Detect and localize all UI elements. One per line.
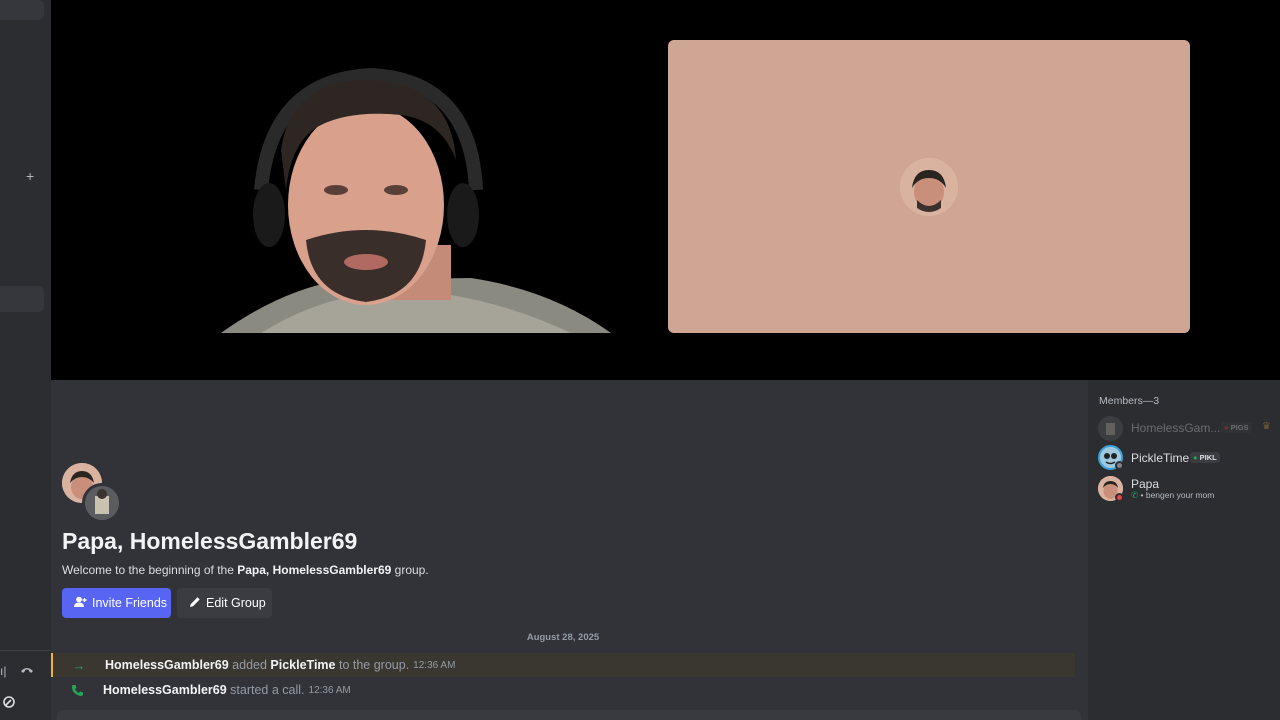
member-item[interactable]: HomelessGam... ● PIGS ♛ (1098, 414, 1276, 442)
sidebar-item-selected[interactable] (0, 286, 44, 312)
member-name: PickleTime (1131, 451, 1190, 465)
date-divider: August 28, 2025 (526, 632, 600, 643)
join-arrow-icon: → (72, 657, 86, 673)
page-title: Papa, HomelessGambler69 (62, 528, 358, 554)
members-header: Members—3 (1099, 395, 1160, 407)
system-message: HomelessGambler69 started a call. 12:36 … (51, 678, 1075, 702)
alien-icon: ● (1193, 453, 1198, 462)
phone-icon: ✆ (1131, 490, 1139, 500)
member-name: HomelessGam... (1131, 421, 1221, 435)
chat-panel: Papa, HomelessGambler69 Welcome to the b… (51, 380, 1088, 720)
pencil-icon (189, 596, 201, 611)
guild-tag: ● PIKL (1190, 452, 1220, 463)
avatar-only-tile[interactable] (668, 40, 1190, 333)
timestamp: 12:36 AM (413, 659, 456, 671)
call-video-stage[interactable] (51, 0, 1280, 380)
divider (0, 650, 51, 651)
member-item[interactable]: PickleTime ● PIKL (1098, 443, 1276, 471)
channel-sidebar: + ı| (0, 0, 51, 720)
disconnect-icon[interactable] (20, 664, 34, 678)
add-dm-icon[interactable]: + (26, 168, 34, 184)
participant-avatar (900, 158, 958, 216)
voice-bars-icon[interactable]: ı| (0, 664, 6, 678)
member-item[interactable]: Papa ✆ • bengen your mom (1098, 474, 1276, 502)
sidebar-item[interactable] (0, 0, 44, 20)
avatar (82, 483, 122, 523)
status-indicator (1115, 493, 1124, 502)
status-indicator (1115, 461, 1124, 470)
phone-icon (51, 684, 103, 697)
group-avatar-stack (62, 463, 124, 523)
pig-icon: ● (1224, 423, 1229, 432)
avatar (1098, 416, 1123, 441)
activity-icon[interactable] (2, 695, 16, 712)
crown-icon: ♛ (1262, 421, 1271, 432)
edit-group-button[interactable]: Edit Group (177, 588, 272, 618)
member-name: Papa (1131, 477, 1160, 491)
webcam-tile[interactable] (151, 40, 671, 333)
invite-friends-button[interactable]: Invite Friends (62, 588, 171, 618)
webcam-feed-image (151, 40, 671, 333)
add-user-icon (74, 596, 87, 611)
discord-window: + ı| Papa, HomelessGambler69 Welcome to … (0, 0, 1280, 720)
guild-tag: ● PIGS (1221, 422, 1252, 433)
welcome-text: Welcome to the beginning of the Papa, Ho… (62, 563, 429, 577)
timestamp: 12:36 AM (308, 684, 351, 696)
member-list: Members—3 HomelessGam... ● PIGS ♛ Pickle… (1088, 380, 1280, 720)
member-status: ✆ • bengen your mom (1131, 490, 1215, 500)
message-composer[interactable] (57, 710, 1081, 720)
system-message: → HomelessGambler69 added PickleTime to … (51, 653, 1075, 677)
